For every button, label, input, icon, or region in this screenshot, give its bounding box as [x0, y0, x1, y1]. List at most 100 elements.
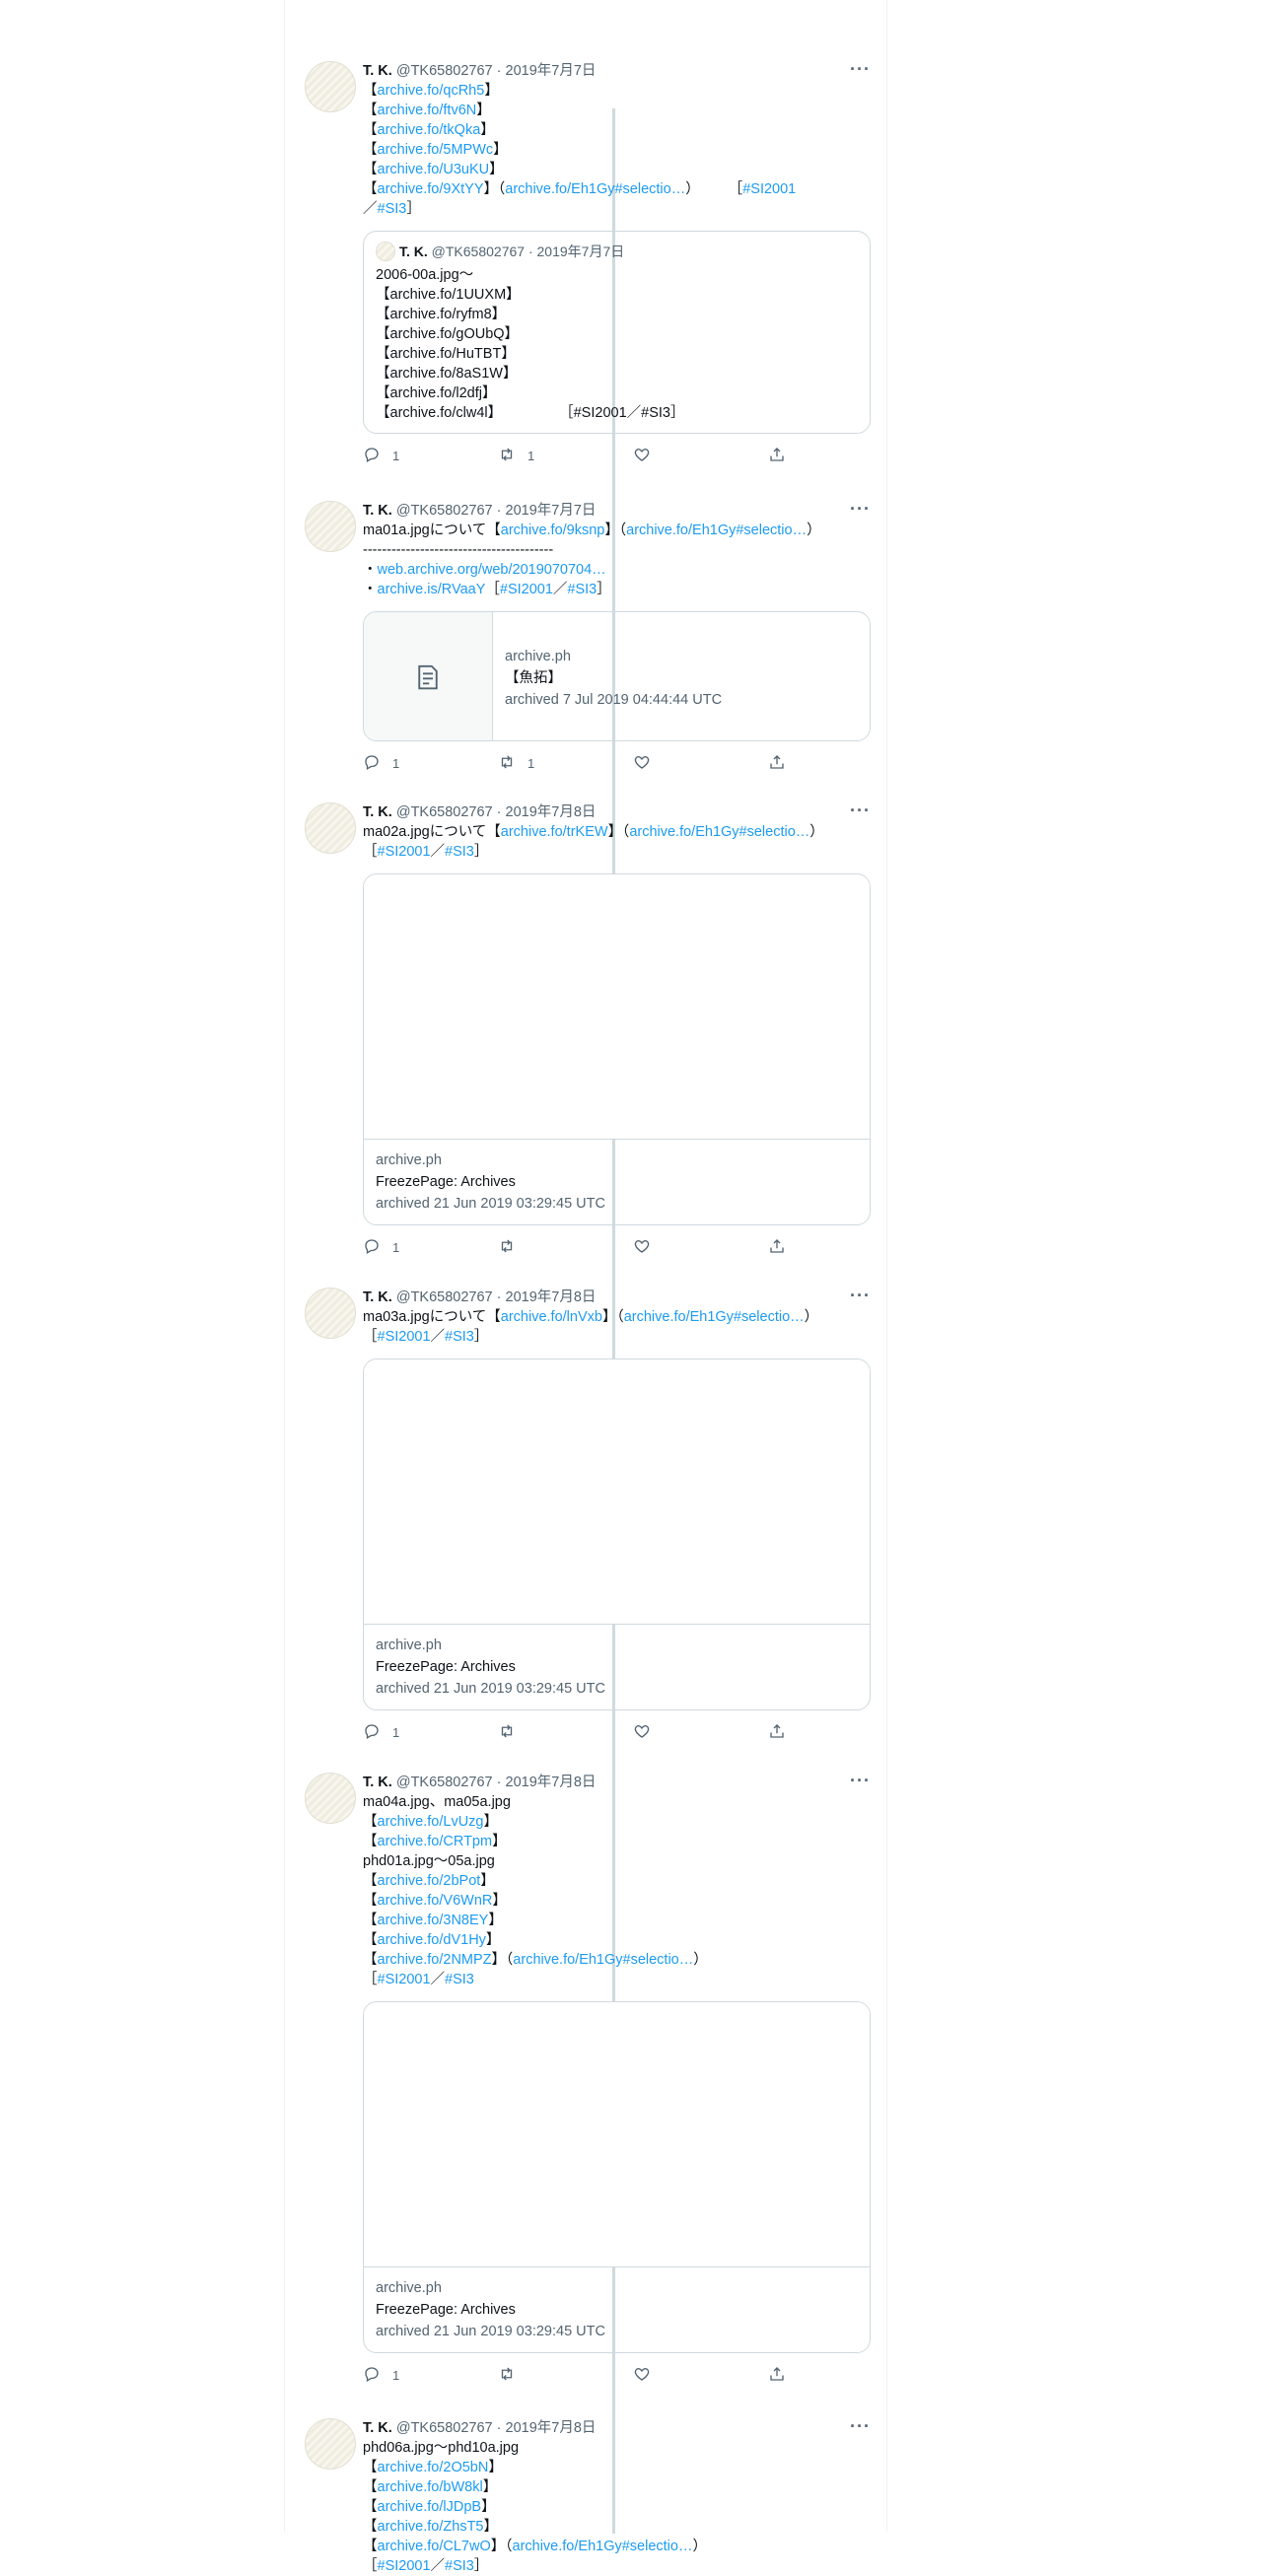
tweet-text-segment: ／	[430, 2558, 446, 2574]
tweet-link[interactable]: #SI2001	[378, 844, 431, 860]
more-options-icon[interactable]: ···	[850, 1286, 871, 1305]
user-handle[interactable]: @TK65802767	[396, 503, 493, 519]
tweet-link[interactable]: #SI3	[378, 201, 407, 217]
reply-button[interactable]: 1	[363, 1237, 399, 1258]
tweet-link[interactable]: archive.fo/V6WnR	[378, 1893, 493, 1909]
tweet-date[interactable]: 2019年7月8日	[506, 2420, 597, 2436]
tweet-date[interactable]: 2019年7月8日	[506, 1775, 597, 1790]
quoted-tweet[interactable]: T. K. @TK65802767 · 2019年7月7日 2006-00a.j…	[363, 231, 871, 434]
tweet-link[interactable]: #SI3	[445, 2558, 474, 2574]
avatar[interactable]	[305, 61, 356, 112]
reply-button[interactable]: 1	[363, 446, 399, 466]
tweet-date[interactable]: 2019年7月7日	[506, 503, 597, 519]
avatar[interactable]	[305, 1288, 356, 1339]
tweet-link[interactable]: archive.fo/2O5bN	[378, 2460, 489, 2475]
user-handle[interactable]: @TK65802767	[396, 63, 493, 79]
retweet-button[interactable]: 1	[498, 753, 534, 774]
tweet-date[interactable]: 2019年7月8日	[506, 804, 597, 820]
tweet-link[interactable]: archive.fo/Eh1Gy#selectio…	[505, 181, 685, 197]
tweet-link[interactable]: #SI2001	[500, 582, 553, 597]
quoted-date: 2019年7月7日	[536, 244, 625, 259]
tweet-link[interactable]: archive.fo/2bPot	[378, 1873, 481, 1889]
tweet-link[interactable]: #SI3	[445, 1972, 474, 1987]
tweet-link[interactable]: archive.fo/lnVxb	[501, 1309, 602, 1325]
tweet-link[interactable]: archive.fo/U3uKU	[378, 162, 490, 177]
more-options-icon[interactable]: ···	[850, 801, 871, 820]
tweet-link[interactable]: archive.fo/9XtYY	[378, 181, 484, 197]
link-card[interactable]: archive.ph FreezePage: Archives archived…	[363, 2001, 871, 2353]
tweet-link[interactable]: web.archive.org/web/2019070704…	[378, 562, 606, 578]
tweet-link[interactable]: #SI2001	[378, 2558, 431, 2574]
user-handle[interactable]: @TK65802767	[396, 2420, 493, 2436]
avatar[interactable]	[305, 2418, 356, 2470]
tweet-link[interactable]: archive.fo/bW8kl	[378, 2479, 483, 2495]
tweet-link[interactable]: archive.fo/9ksnp	[501, 522, 605, 538]
like-button[interactable]	[633, 2365, 651, 2386]
tweet-link[interactable]: archive.fo/tkQka	[378, 122, 481, 138]
avatar[interactable]	[305, 1773, 356, 1824]
tweet-link[interactable]: archive.fo/Eh1Gy#selectio…	[629, 824, 809, 840]
tweet-link[interactable]: #SI3	[445, 1329, 474, 1345]
like-button[interactable]	[633, 1722, 651, 1743]
tweet-link[interactable]: #SI2001	[378, 1329, 431, 1345]
user-name[interactable]: T. K.	[363, 1775, 392, 1790]
tweet-link[interactable]: archive.fo/5MPWc	[378, 142, 494, 158]
share-button[interactable]	[768, 2365, 786, 2386]
tweet-link[interactable]: archive.fo/3N8EY	[378, 1913, 489, 1928]
user-name[interactable]: T. K.	[363, 804, 392, 820]
more-options-icon[interactable]: ···	[850, 1771, 871, 1790]
more-options-icon[interactable]: ···	[850, 59, 871, 79]
link-card[interactable]: archive.ph 【魚拓】 archived 7 Jul 2019 04:4…	[363, 611, 871, 741]
tweet-date[interactable]: 2019年7月7日	[506, 63, 597, 79]
avatar[interactable]	[305, 501, 356, 552]
tweet-link[interactable]: archive.fo/Eh1Gy#selectio…	[626, 522, 807, 538]
avatar[interactable]	[305, 802, 356, 854]
share-button[interactable]	[768, 1722, 786, 1743]
reply-button[interactable]: 1	[363, 1722, 399, 1743]
tweet-link[interactable]: #SI2001	[378, 1972, 431, 1987]
tweet-link[interactable]: archive.fo/CRTpm	[378, 1834, 493, 1849]
tweet-link[interactable]: archive.fo/LvUzg	[378, 1814, 484, 1830]
user-handle[interactable]: @TK65802767	[396, 1289, 493, 1305]
user-handle[interactable]: @TK65802767	[396, 1775, 493, 1790]
card-title: 【魚拓】	[505, 670, 562, 686]
tweet-link[interactable]: archive.fo/Eh1Gy#selectio…	[624, 1309, 805, 1325]
share-button[interactable]	[768, 1237, 786, 1258]
retweet-button[interactable]	[498, 1237, 528, 1258]
user-handle[interactable]: @TK65802767	[396, 804, 493, 820]
retweet-button[interactable]: 1	[498, 446, 534, 466]
like-button[interactable]	[633, 1237, 651, 1258]
tweet-date[interactable]: 2019年7月8日	[506, 1289, 597, 1305]
user-name[interactable]: T. K.	[363, 1289, 392, 1305]
like-button[interactable]	[633, 446, 651, 466]
tweet-link[interactable]: #SI3	[567, 582, 597, 597]
reply-button[interactable]: 1	[363, 2365, 399, 2386]
like-button[interactable]	[633, 753, 651, 774]
tweet-link[interactable]: archive.fo/CL7wO	[378, 2539, 491, 2554]
user-name[interactable]: T. K.	[363, 63, 392, 79]
tweet-link[interactable]: #SI2001	[742, 181, 796, 197]
tweet-link[interactable]: archive.fo/2NMPZ	[378, 1952, 492, 1968]
retweet-button[interactable]	[498, 2365, 528, 2386]
tweet-link[interactable]: archive.fo/qcRh5	[378, 83, 485, 99]
user-name[interactable]: T. K.	[363, 503, 392, 519]
more-options-icon[interactable]: ···	[850, 2416, 871, 2436]
reply-count: 1	[392, 1725, 400, 1740]
tweet-link[interactable]: archive.fo/ZhsT5	[378, 2519, 484, 2535]
more-options-icon[interactable]: ···	[850, 499, 871, 519]
share-button[interactable]	[768, 446, 786, 466]
tweet-link[interactable]: #SI3	[445, 844, 474, 860]
tweet-link[interactable]: archive.fo/trKEW	[501, 824, 608, 840]
tweet-link[interactable]: archive.fo/Eh1Gy#selectio…	[513, 1952, 693, 1968]
reply-button[interactable]: 1	[363, 753, 399, 774]
tweet-link[interactable]: archive.is/RVaaY	[378, 582, 486, 597]
tweet-link[interactable]: archive.fo/ftv6N	[378, 103, 477, 118]
user-name[interactable]: T. K.	[363, 2420, 392, 2436]
link-card[interactable]: archive.ph FreezePage: Archives archived…	[363, 873, 871, 1225]
tweet-link[interactable]: archive.fo/dV1Hy	[378, 1932, 486, 1948]
tweet-link[interactable]: archive.fo/lJDpB	[378, 2499, 482, 2515]
share-button[interactable]	[768, 753, 786, 774]
retweet-button[interactable]	[498, 1722, 528, 1743]
tweet-link[interactable]: archive.fo/Eh1Gy#selectio…	[513, 2539, 693, 2554]
link-card[interactable]: archive.ph FreezePage: Archives archived…	[363, 1358, 871, 1710]
